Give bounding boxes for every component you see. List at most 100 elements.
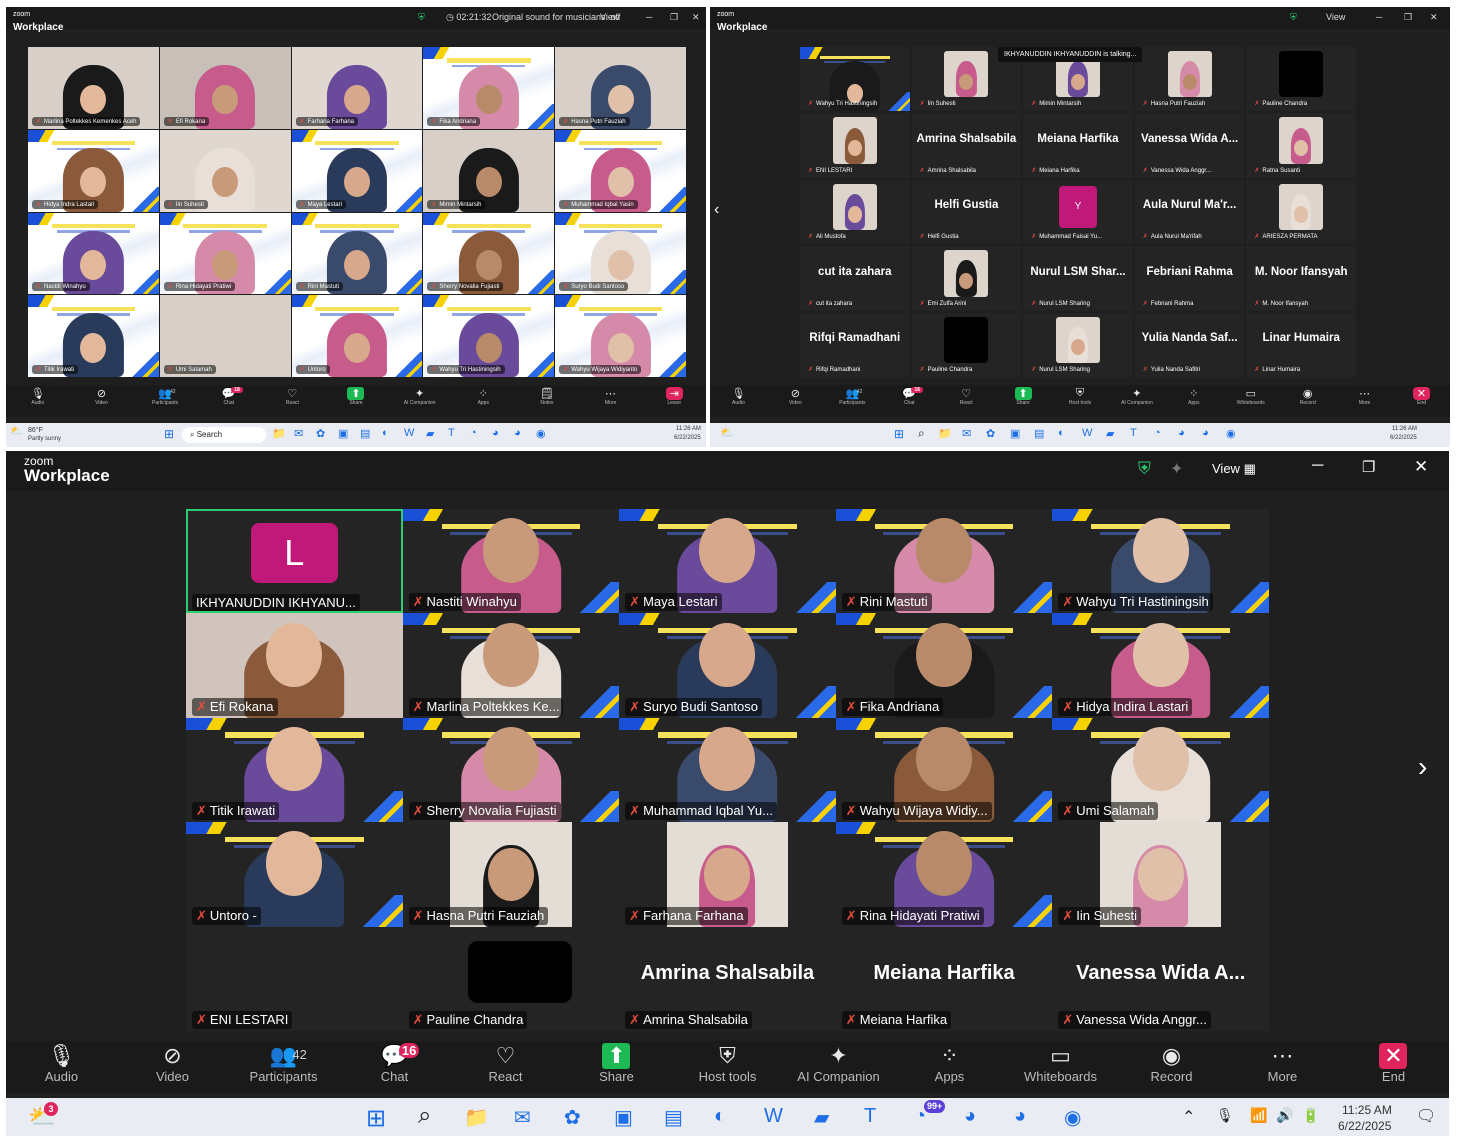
weather-icon[interactable]: ⛅ xyxy=(720,426,734,439)
view-button[interactable]: View ▦ xyxy=(1212,461,1256,477)
video-tile[interactable]: ✗ Pauline Chandra xyxy=(1246,47,1356,112)
video-tile[interactable]: ✗ Hidya Indira Lastari xyxy=(1052,613,1269,718)
video-tile[interactable]: ✗ Hasna Putri Fauziah xyxy=(1134,47,1245,112)
chrome-icon[interactable]: ◕ xyxy=(492,427,499,439)
notification-icon[interactable]: 🗨 xyxy=(1416,1106,1436,1126)
video-tile[interactable]: ✗ Pauline Chandra xyxy=(402,926,620,1031)
mail-icon[interactable]: ✉ xyxy=(514,1105,531,1130)
video-tile[interactable]: Y ✗ Muhammad Faisal Yu... xyxy=(1023,179,1133,245)
chrome-profile-icon[interactable]: ◕ xyxy=(1014,1105,1026,1128)
video-tile[interactable]: ✗ Suryo Budi Santoso xyxy=(619,613,836,718)
apps-button[interactable]: ⁘ Apps xyxy=(1171,387,1217,406)
end-button[interactable]: ✕ End xyxy=(1399,387,1445,406)
copilot-icon[interactable]: ✿ xyxy=(564,1105,581,1130)
chrome-profile-icon[interactable]: ◕ xyxy=(514,427,521,439)
word-icon[interactable]: W xyxy=(404,427,414,439)
wifi-icon[interactable]: 📶 xyxy=(1250,1107,1267,1124)
share-button[interactable]: ⬆ Share xyxy=(331,387,382,406)
acrobat-icon[interactable]: ▤ xyxy=(360,427,370,440)
video-tile[interactable]: ✗ Rina Hidayati Pratiwi xyxy=(835,822,1053,927)
file-explorer-icon[interactable]: 📁 xyxy=(464,1105,489,1130)
folder-icon[interactable]: ▰ xyxy=(1106,427,1114,440)
video-tile[interactable]: ✗ Nastiti Winahyu xyxy=(402,509,620,614)
video-tile[interactable]: ✗ Efi Rokana xyxy=(159,47,291,129)
start-icon[interactable]: ⊞ xyxy=(164,427,174,441)
teams-icon[interactable]: T xyxy=(864,1105,876,1128)
close-button[interactable]: ✕ xyxy=(1430,12,1438,23)
file-explorer-icon[interactable]: 📁 xyxy=(272,427,286,440)
video-tile[interactable]: Nurul LSM Shar... ✗ Nurul LSM Sharing xyxy=(1023,246,1133,311)
whatsapp-icon[interactable]: ◔ xyxy=(1154,427,1161,439)
video-button[interactable]: ⊘ Video xyxy=(76,387,127,406)
video-tile[interactable]: ✗ Muhammad Iqbal Yu... xyxy=(619,717,836,823)
search-box[interactable]: ⌕ Search xyxy=(182,427,266,443)
video-tile[interactable]: ✗ Mimin Mintarsih xyxy=(423,129,555,212)
word-icon[interactable]: W xyxy=(1082,427,1092,439)
video-tile[interactable]: Helfi Gustia ✗ Helfi Gustia xyxy=(911,179,1022,245)
start-icon[interactable]: ⊞ xyxy=(366,1104,386,1133)
video-tile[interactable]: ✗ Marlina Poltekkes Ke... xyxy=(402,613,620,718)
video-tile[interactable]: ✗ ENI LESTARI xyxy=(800,113,910,178)
audio-button[interactable]: 🎙 Audio xyxy=(12,387,63,406)
participants-button[interactable]: 👥 Participants 42 xyxy=(239,1043,328,1084)
zoom-icon[interactable]: ◉ xyxy=(1226,427,1236,440)
sparkle-icon[interactable]: ✦ xyxy=(1170,459,1183,479)
video-tile[interactable]: ✗ Umi Salamah xyxy=(1052,717,1269,823)
video-tile[interactable]: ✗ Wahyu Wijaya Widiy... xyxy=(835,717,1053,823)
minimize-button[interactable]: ─ xyxy=(1312,457,1323,475)
host-tools-button[interactable]: ⛨ Host tools xyxy=(1057,387,1103,406)
video-button[interactable]: ⊘ Video xyxy=(128,1043,217,1084)
video-tile[interactable]: ✗ Fika Andriana xyxy=(423,47,555,129)
restore-button[interactable]: ❐ xyxy=(1404,12,1412,23)
volume-icon[interactable]: 🔊 xyxy=(1276,1107,1293,1124)
video-tile[interactable]: Aula Nurul Ma'r... ✗ Aula Nurul Ma'rifah xyxy=(1134,179,1245,245)
video-tile[interactable]: ✗ ENI LESTARI xyxy=(186,926,403,1031)
battery-icon[interactable]: 🔋 xyxy=(1302,1107,1319,1124)
participants-button[interactable]: 👥 Participants 42 xyxy=(140,387,191,406)
audio-button[interactable]: 🎙 Audio xyxy=(716,387,762,406)
start-icon[interactable]: ⊞ xyxy=(894,427,904,441)
notes-button[interactable]: 🗒 Notes xyxy=(521,387,572,406)
ai-companion-button[interactable]: ✦ AI Companion xyxy=(394,387,445,406)
video-tile[interactable]: Amrina Shalsabila ✗ Amrina Shalsabila xyxy=(619,926,836,1031)
apps-button[interactable]: ⁘ Apps xyxy=(458,387,509,406)
video-tile[interactable]: ✗ Sherry Novalia Fujiasti xyxy=(402,717,620,823)
apps-button[interactable]: ⁘ Apps xyxy=(905,1043,994,1084)
more-button[interactable]: ⋯ More xyxy=(1238,1043,1327,1084)
store-icon[interactable]: ▣ xyxy=(1010,427,1020,440)
zoom-icon[interactable]: ◉ xyxy=(1064,1105,1081,1130)
chat-button[interactable]: 💬 Chat 18 xyxy=(203,387,254,406)
video-tile[interactable]: ✗ Maya Lestari xyxy=(619,509,836,614)
mail-icon[interactable]: ✉ xyxy=(294,427,303,440)
video-tile[interactable]: ✗ Wahyu Tri Hastiningsih xyxy=(423,295,555,377)
video-tile[interactable]: ✗ Titik Irawati xyxy=(28,295,159,377)
file-explorer-icon[interactable]: 📁 xyxy=(938,427,952,440)
video-tile[interactable]: ✗ Wahyu Wijaya Widiyanto xyxy=(555,295,686,377)
chat-button[interactable]: 💬 Chat 16 xyxy=(350,1043,439,1084)
folder-icon[interactable]: ▰ xyxy=(814,1105,829,1130)
video-tile[interactable]: ✗ Hasna Putri Fauziah xyxy=(555,47,686,129)
video-tile[interactable]: ✗ Untoro - xyxy=(186,822,403,927)
video-tile[interactable]: ✗ ARIESZA PERMATA xyxy=(1246,179,1356,245)
video-tile[interactable]: ✗ Farhana Farhana xyxy=(291,47,423,129)
video-tile[interactable]: ✗ Farhana Farhana xyxy=(619,822,836,927)
video-tile[interactable]: ✗ Untoro xyxy=(291,295,423,377)
more-button[interactable]: ⋯ More xyxy=(1342,387,1388,406)
share-button[interactable]: ⬆ Share xyxy=(572,1043,661,1084)
prev-page-arrow[interactable]: ‹ xyxy=(714,201,719,219)
copilot-icon[interactable]: ✿ xyxy=(986,427,995,440)
record-button[interactable]: ◉ Record xyxy=(1127,1043,1216,1084)
video-tile[interactable]: ✗ Muhammad Iqbal Yasin xyxy=(555,129,686,212)
video-tile[interactable]: cut ita zahara ✗ cut ita zahara xyxy=(800,246,910,311)
video-tile[interactable]: ✗ Ali Mustofa xyxy=(800,179,910,245)
video-tile[interactable]: M. Noor Ifansyah ✗ M. Noor Ifansyah xyxy=(1246,246,1356,311)
word-icon[interactable]: W xyxy=(764,1105,783,1128)
video-tile[interactable]: ✗ Hasna Putri Fauziah xyxy=(402,822,620,927)
video-tile[interactable]: ✗ Rini Mastuti xyxy=(835,509,1053,614)
video-tile[interactable]: Amrina Shalsabila ✗ Amrina Shalsabila xyxy=(911,113,1022,178)
close-button[interactable]: ✕ xyxy=(1414,457,1428,477)
video-tile[interactable]: Meiana Harfika ✗ Meiana Harfika xyxy=(835,926,1053,1031)
ai-companion-button[interactable]: ✦ AI Companion xyxy=(1114,387,1160,406)
video-tile[interactable]: ✗ Maya Lestari xyxy=(291,129,423,212)
minimize-button[interactable]: ─ xyxy=(646,12,652,22)
